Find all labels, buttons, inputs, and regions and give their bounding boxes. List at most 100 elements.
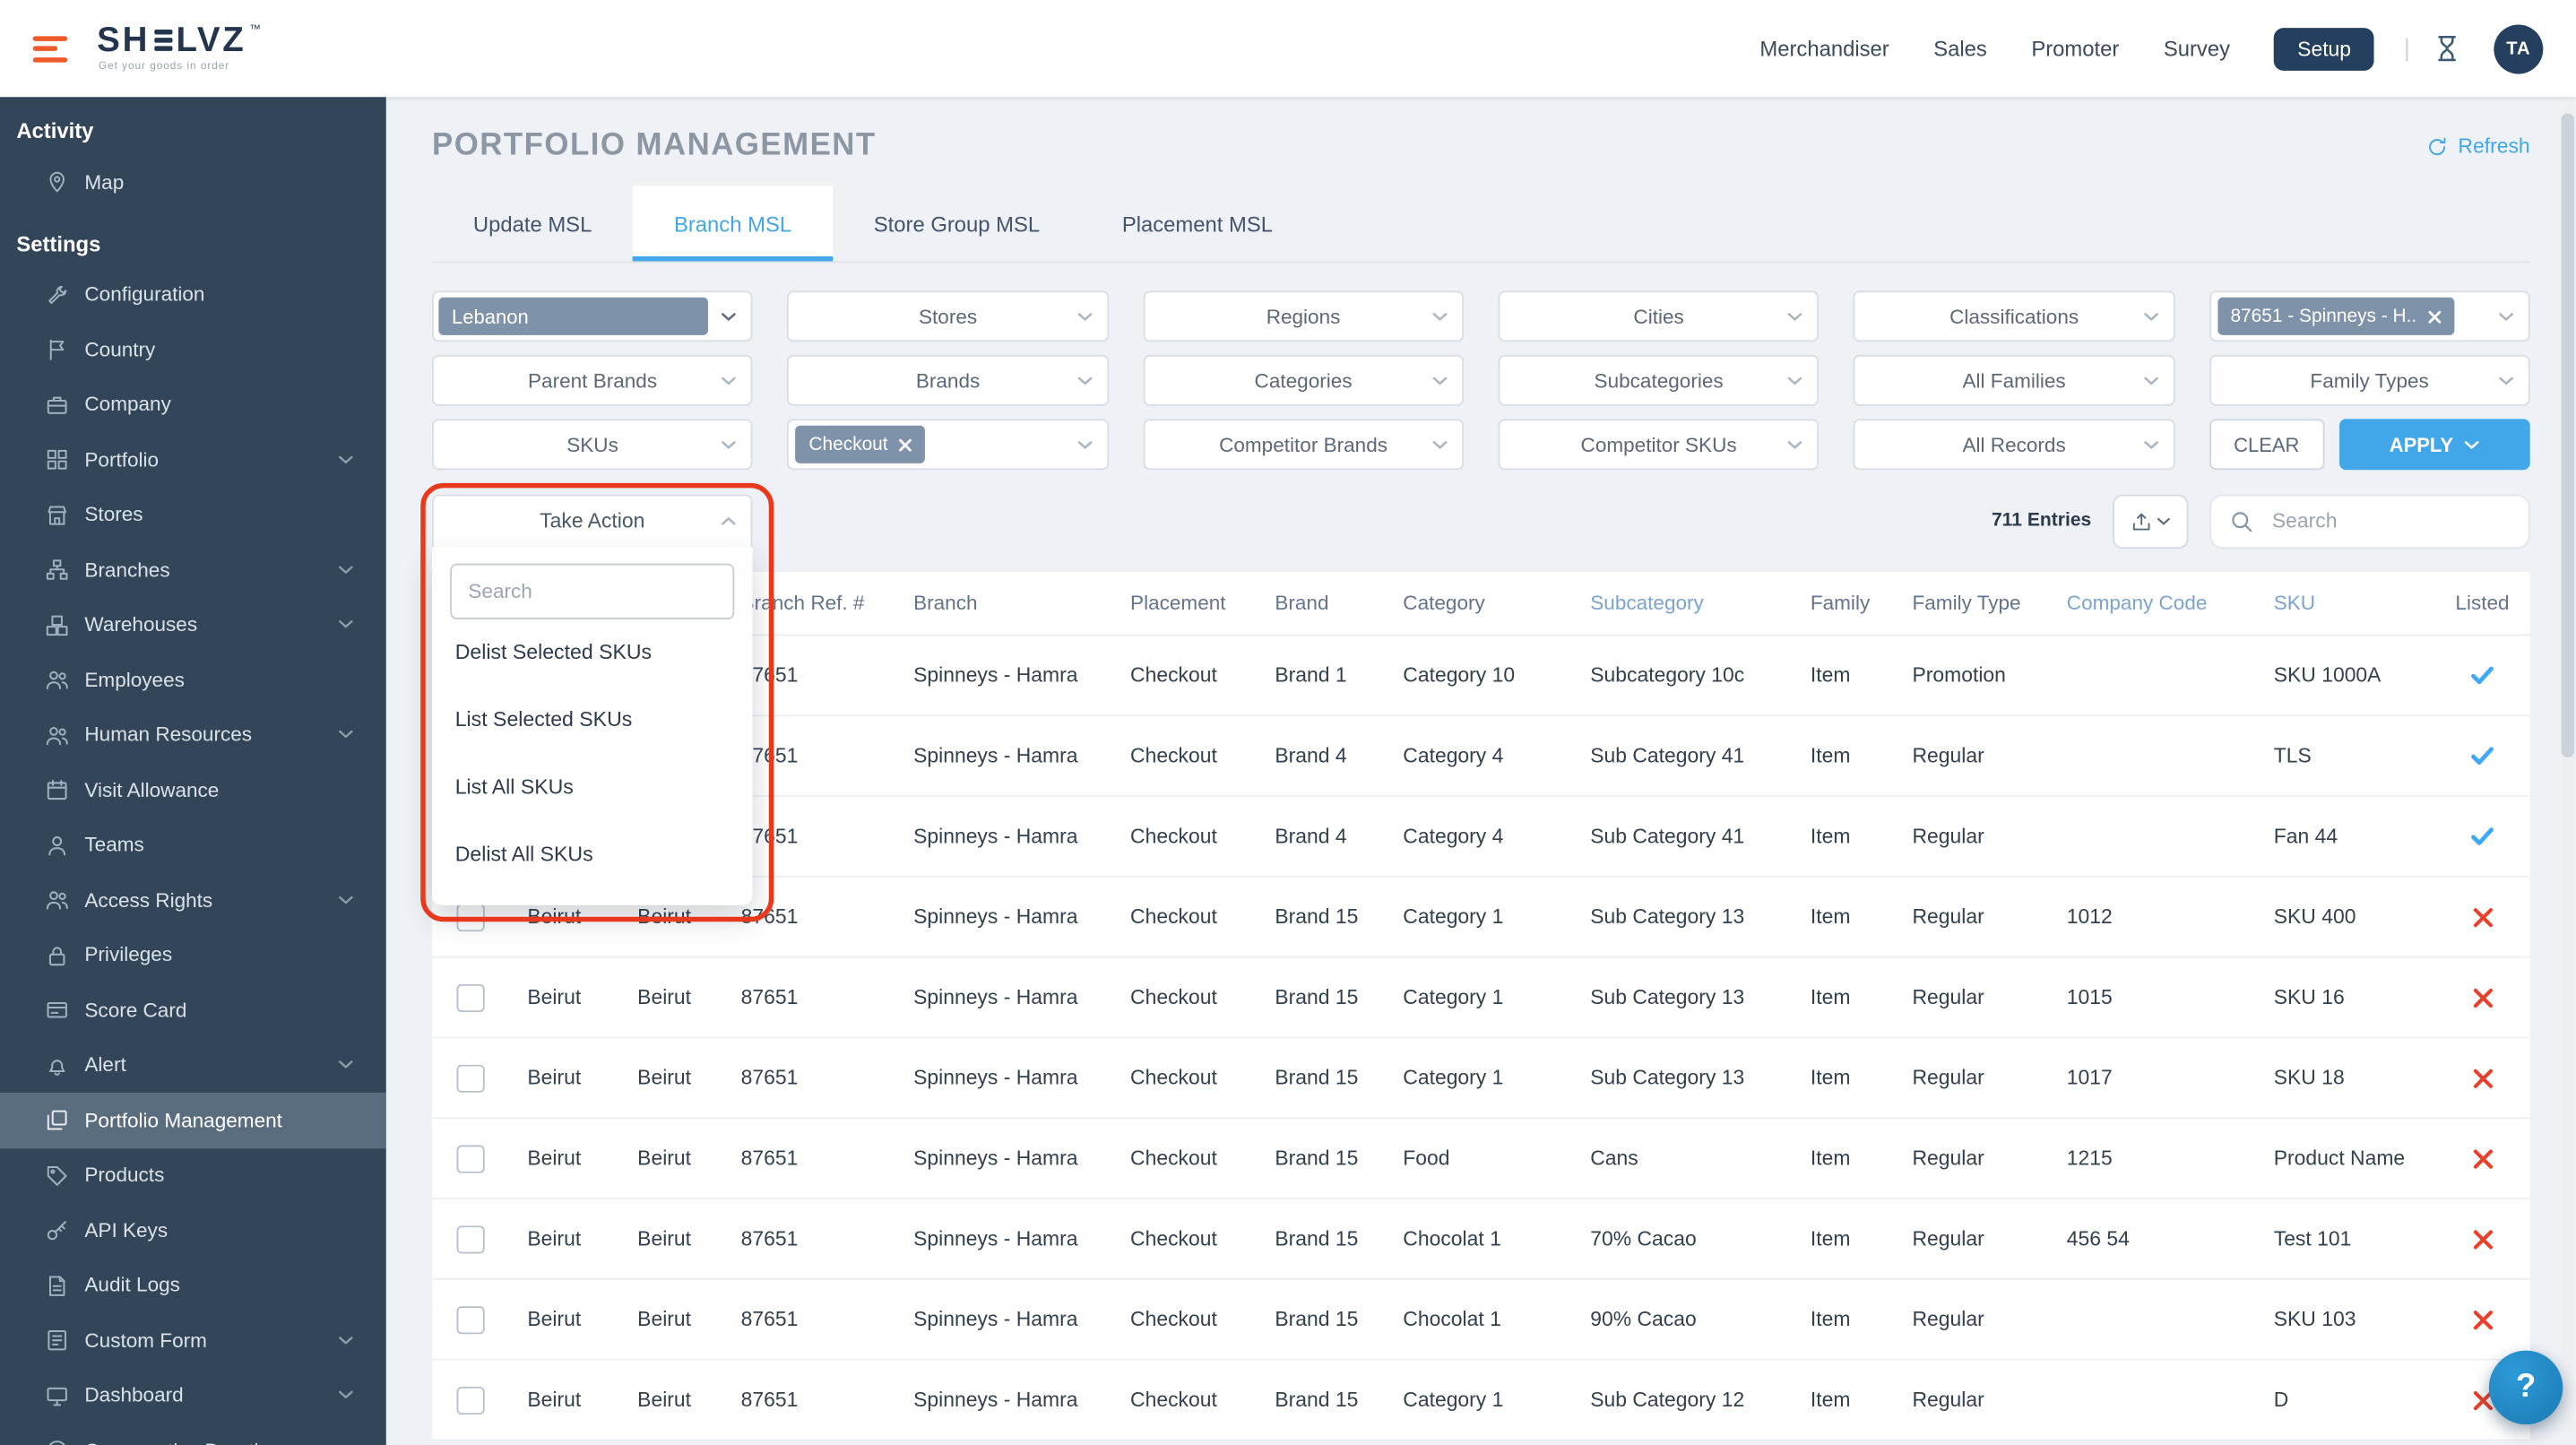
row-checkbox[interactable] (455, 1305, 484, 1334)
sidebar-item-alert[interactable]: Alert (0, 1037, 386, 1092)
row-checkbox[interactable] (455, 903, 484, 931)
table-row[interactable]: Beirut Beirut 87651 Spinneys - Hamra Checkou… (432, 1361, 2530, 1441)
skus-filter[interactable]: SKUs (432, 419, 754, 471)
topnav-setup[interactable]: Setup (2274, 27, 2374, 70)
row-checkbox[interactable] (455, 1063, 484, 1092)
topnav-survey[interactable]: Survey (2164, 36, 2230, 60)
action-option-delist-all-skus[interactable]: Delist All SKUs (450, 821, 734, 888)
sidebar-item-map[interactable]: Map (0, 154, 386, 209)
column-header-branch[interactable]: Branch (894, 592, 1111, 615)
tab-branch-msl[interactable]: Branch MSL (633, 186, 833, 262)
records-filter[interactable]: All Records (1854, 419, 2175, 471)
action-search-input[interactable] (450, 562, 735, 619)
export-button[interactable] (2113, 493, 2189, 549)
parent-brands-filter[interactable]: Parent Brands (432, 354, 754, 406)
tab-store-group-msl[interactable]: Store Group MSL (833, 186, 1081, 261)
action-option-list-all-skus[interactable]: List All SKUs (450, 753, 734, 820)
column-header-listed[interactable]: Listed (2434, 592, 2529, 615)
sidebar-item-portfolio[interactable]: Portfolio (0, 432, 386, 487)
sidebar-item-country[interactable]: Country (0, 322, 386, 376)
column-header-family_type[interactable]: Family Type (1893, 592, 2047, 615)
competitor-skus-filter[interactable]: Competitor SKUs (1498, 419, 1820, 471)
topnav-merchandiser[interactable]: Merchandiser (1759, 36, 1889, 60)
sidebar-item-comparative-duration[interactable]: Comparative Duration (0, 1423, 386, 1445)
column-header-subcategory[interactable]: Subcategory (1570, 592, 1791, 615)
row-checkbox[interactable] (455, 982, 484, 1012)
column-header-sku[interactable]: SKU (2254, 592, 2435, 615)
column-header-category[interactable]: Category (1383, 592, 1570, 615)
remove-chip-icon[interactable] (899, 437, 912, 451)
cities-filter[interactable]: Cities (1498, 290, 1820, 342)
tab-placement-msl[interactable]: Placement MSL (1081, 186, 1314, 261)
sidebar-item-privileges[interactable]: Privileges (0, 928, 386, 982)
placements-filter[interactable]: Checkout (787, 419, 1109, 471)
brand-logo[interactable]: SH LVZ ™ Get your goods in order (97, 23, 264, 74)
sidebar-item-configuration[interactable]: Configuration (0, 267, 386, 322)
family-types-filter[interactable]: Family Types (2209, 354, 2530, 406)
sidebar-item-teams[interactable]: Teams (0, 818, 386, 872)
countries-filter[interactable]: Lebanon (432, 290, 754, 342)
column-header-company_code[interactable]: Company Code (2047, 592, 2254, 615)
subcategories-filter[interactable]: Subcategories (1498, 354, 1820, 406)
apply-button[interactable]: APPLY (2338, 419, 2530, 471)
column-header-family[interactable]: Family (1791, 592, 1893, 615)
action-option-delist-selected-skus[interactable]: Delist Selected SKUs (450, 619, 734, 686)
table-row[interactable]: Beirut Beirut 87651 Spinneys - Hamra Checkou… (432, 1280, 2530, 1361)
take-action-trigger[interactable]: Take Action (432, 493, 753, 549)
table-row[interactable]: Beirut Beirut 87651 Spinneys - Hamra Checkou… (432, 1038, 2530, 1120)
stores-filter[interactable]: Stores (787, 290, 1109, 342)
brands-filter[interactable]: Brands (787, 354, 1109, 406)
vertical-scrollbar[interactable] (2561, 103, 2575, 1432)
help-button[interactable]: ? (2488, 1349, 2563, 1424)
cell-ref: 87651 (740, 904, 799, 929)
sidebar-item-stores[interactable]: Stores (0, 487, 386, 541)
row-checkbox[interactable] (455, 1224, 484, 1253)
cell-ref: 87651 (740, 1307, 799, 1331)
sidebar-item-branches[interactable]: Branches (0, 542, 386, 597)
sidebar-item-label: Human Resources (84, 722, 253, 747)
take-action-dropdown: Take Action Delist Selected SKUsList Sel… (420, 481, 774, 922)
remove-chip-icon[interactable] (2428, 309, 2442, 324)
column-header-brand[interactable]: Brand (1255, 592, 1383, 615)
regions-filter[interactable]: Regions (1143, 290, 1465, 342)
cell-family: Item (1810, 825, 1851, 848)
cell-category: Category 1 (1403, 985, 1504, 1009)
sidebar-item-access-rights[interactable]: Access Rights (0, 872, 386, 927)
table-row[interactable]: Beirut Beirut 87651 Spinneys - Hamra Checkou… (432, 958, 2530, 1039)
user-avatar[interactable]: TA (2494, 23, 2544, 74)
sidebar-item-audit-logs[interactable]: Audit Logs (0, 1258, 386, 1312)
clear-button[interactable]: CLEAR (2209, 419, 2324, 471)
sidebar-item-api-keys[interactable]: API Keys (0, 1203, 386, 1258)
hourglass-icon[interactable] (2433, 34, 2461, 62)
hamburger-menu-icon[interactable] (32, 35, 68, 62)
competitor-brands-filter[interactable]: Competitor Brands (1143, 419, 1465, 471)
table-row[interactable]: Beirut Beirut 87651 Spinneys - Hamra Checkou… (432, 1119, 2530, 1200)
sidebar-item-portfolio-management[interactable]: Portfolio Management (0, 1092, 386, 1148)
refresh-button[interactable]: Refresh (2427, 134, 2530, 158)
users-icon (46, 669, 68, 691)
sidebar-item-custom-form[interactable]: Custom Form (0, 1312, 386, 1367)
sidebar-item-company[interactable]: Company (0, 377, 386, 432)
classifications-filter[interactable]: Classifications (1854, 290, 2175, 342)
table-row[interactable]: Beirut Beirut 87651 Spinneys - Hamra Checkou… (432, 1199, 2530, 1280)
branches-filter[interactable]: 87651 - Spinneys - H.. (2209, 290, 2530, 342)
tab-update-msl[interactable]: Update MSL (432, 186, 633, 261)
sidebar-item-score-card[interactable]: Score Card (0, 982, 386, 1037)
sidebar-item-warehouses[interactable]: Warehouses (0, 597, 386, 652)
families-filter[interactable]: All Families (1854, 354, 2175, 406)
sidebar-item-products[interactable]: Products (0, 1147, 386, 1202)
scrollbar-thumb[interactable] (2561, 113, 2575, 757)
sidebar-item-employees[interactable]: Employees (0, 653, 386, 707)
topnav-promoter[interactable]: Promoter (2031, 36, 2119, 60)
row-checkbox[interactable] (455, 1386, 484, 1415)
sidebar-item-visit-allowance[interactable]: Visit Allowance (0, 762, 386, 817)
sidebar-item-human-resources[interactable]: Human Resources (0, 707, 386, 762)
cell-family_type: Regular (1912, 825, 1984, 848)
column-header-placement[interactable]: Placement (1111, 592, 1255, 615)
topnav-sales[interactable]: Sales (1933, 36, 1987, 60)
categories-filter[interactable]: Categories (1143, 354, 1465, 406)
table-search-input[interactable] (2269, 507, 2511, 534)
action-option-list-selected-skus[interactable]: List Selected SKUs (450, 686, 734, 753)
row-checkbox[interactable] (455, 1144, 484, 1172)
sidebar-item-dashboard[interactable]: Dashboard (0, 1368, 386, 1423)
